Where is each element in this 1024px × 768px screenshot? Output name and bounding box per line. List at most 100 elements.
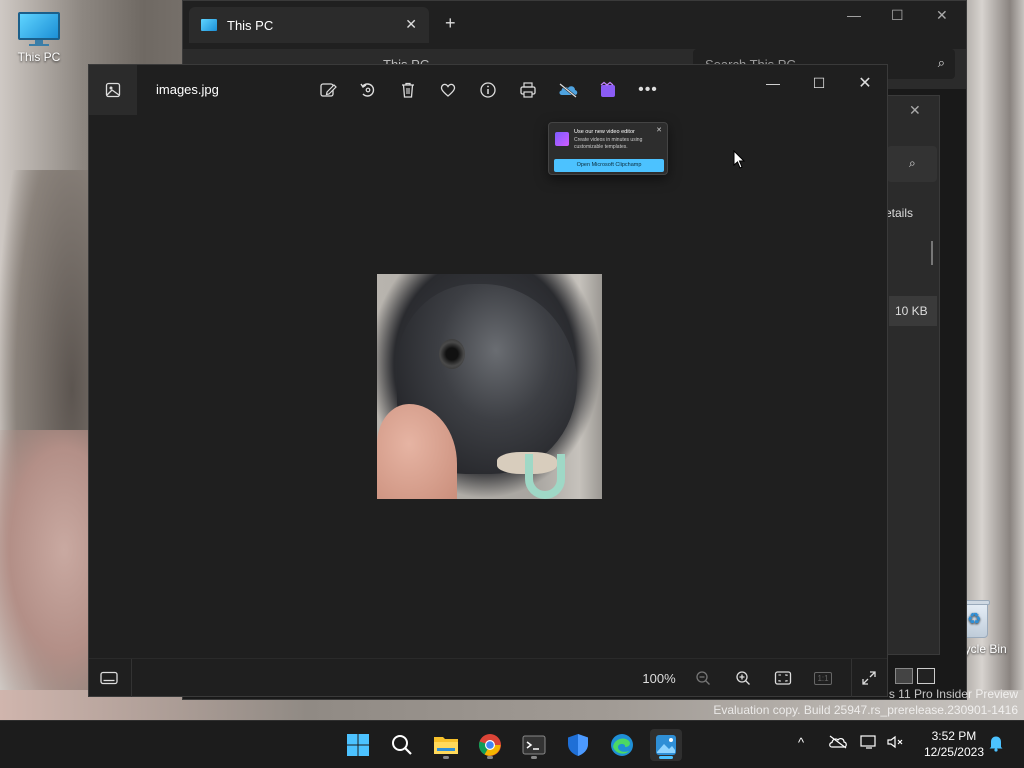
- watermark-line: Evaluation copy. Build 25947.rs_prerelea…: [713, 703, 1018, 717]
- close-button[interactable]: ✕: [853, 73, 877, 93]
- clipchamp-button[interactable]: [597, 79, 619, 101]
- chrome-icon: [478, 734, 501, 756]
- maximize-icon[interactable]: ☐: [891, 7, 904, 24]
- search-button[interactable]: ⌕: [887, 146, 937, 182]
- divider: [131, 659, 132, 697]
- properties-dialog: ✕ ⌕ etails 10 KB: [880, 95, 940, 655]
- maximize-icon: ☐: [812, 74, 826, 91]
- taskbar-chrome[interactable]: [474, 729, 506, 761]
- clipchamp-icon: [555, 132, 569, 146]
- zoom-in-icon: [736, 671, 750, 685]
- rotate-button[interactable]: [357, 79, 379, 101]
- displayed-photo[interactable]: [377, 274, 602, 499]
- clock-date: 12/25/2023: [923, 745, 984, 759]
- open-clipchamp-button[interactable]: Open Microsoft Clipchamp: [554, 159, 664, 172]
- more-icon: •••: [638, 81, 658, 98]
- zoom-out-button[interactable]: [691, 667, 715, 689]
- running-indicator: [659, 756, 673, 759]
- running-indicator: [487, 756, 493, 759]
- explorer-tab[interactable]: This PC ✕: [189, 7, 429, 43]
- system-clock[interactable]: 3:52 PM 12/25/2023: [924, 728, 984, 760]
- display-icon[interactable]: [860, 735, 878, 752]
- edit-icon: [320, 83, 337, 97]
- maximize-button[interactable]: ☐: [807, 73, 831, 93]
- filmstrip-icon: [100, 671, 118, 685]
- show-hidden-icons-icon[interactable]: ^: [798, 735, 804, 750]
- terminal-icon: [522, 735, 546, 755]
- minimize-button[interactable]: —: [761, 73, 785, 93]
- close-icon: ✕: [858, 75, 872, 92]
- file-name: images.jpg: [156, 82, 219, 97]
- scrollbar[interactable]: [931, 241, 933, 265]
- taskbar-windows-security[interactable]: [562, 729, 594, 761]
- monitor-icon: [18, 12, 60, 46]
- photos-icon: [656, 735, 676, 755]
- print-button[interactable]: [517, 79, 539, 101]
- info-icon: [480, 82, 496, 98]
- heart-icon: [440, 83, 456, 97]
- running-indicator: [531, 756, 537, 759]
- os-watermark: s 11 Pro Insider Preview Evaluation copy…: [713, 686, 1018, 718]
- new-tab-button[interactable]: +: [445, 13, 456, 34]
- volume-muted-icon[interactable]: [886, 735, 904, 752]
- mouse-cursor-icon: [733, 149, 747, 175]
- minimize-icon[interactable]: —: [847, 7, 861, 23]
- clipchamp-icon: [600, 81, 615, 97]
- favorite-button[interactable]: [437, 79, 459, 101]
- close-icon[interactable]: ✕: [656, 126, 662, 134]
- folder-icon: [434, 737, 458, 754]
- explorer-tab-title: This PC: [227, 17, 274, 33]
- photo-content: [439, 339, 465, 369]
- onedrive-button[interactable]: [557, 79, 579, 101]
- cloud-off-icon: [559, 83, 578, 98]
- taskbar-photos[interactable]: [650, 729, 682, 761]
- start-button[interactable]: [342, 729, 374, 761]
- file-size: 10 KB: [889, 296, 937, 326]
- photos-app-icon[interactable]: [89, 65, 137, 115]
- tip-title: Use our new video editor: [574, 129, 635, 135]
- actual-size-icon: 1:1: [814, 671, 832, 685]
- running-indicator: [443, 756, 449, 759]
- minimize-icon: —: [766, 75, 780, 91]
- edge-icon: [611, 734, 633, 756]
- onedrive-off-icon[interactable]: [828, 735, 848, 752]
- photos-window: images.jpg ••• — ☐ ✕ Use our new video e…: [88, 64, 888, 697]
- edit-image-button[interactable]: [317, 79, 339, 101]
- close-icon[interactable]: ✕: [909, 102, 921, 119]
- tiles-view-icon[interactable]: [917, 668, 935, 684]
- fit-window-icon: [774, 671, 792, 685]
- windows-icon: [347, 734, 369, 756]
- zoom-out-icon: [696, 671, 710, 685]
- taskbar-terminal[interactable]: [518, 729, 550, 761]
- monitor-icon: [201, 19, 217, 31]
- photo-content: [525, 454, 565, 499]
- zoom-level[interactable]: 100%: [639, 667, 679, 689]
- close-icon[interactable]: ✕: [405, 16, 417, 33]
- photos-titlebar: images.jpg ••• — ☐ ✕: [89, 65, 887, 115]
- notification-bell-icon[interactable]: [988, 734, 1004, 755]
- trash-icon: [402, 82, 414, 98]
- taskbar: ^ 3:52 PM 12/25/2023: [0, 720, 1024, 768]
- search-button[interactable]: [386, 729, 418, 761]
- expand-icon: [862, 671, 876, 685]
- shield-icon: [568, 734, 588, 756]
- printer-icon: [520, 82, 536, 98]
- filmstrip-toggle[interactable]: [97, 667, 121, 689]
- taskbar-edge[interactable]: [606, 729, 638, 761]
- explorer-tab-bar: This PC ✕ + — ☐ ✕: [183, 1, 966, 49]
- rotate-icon: [360, 83, 375, 97]
- details-view-icon[interactable]: [895, 668, 913, 684]
- desktop-icon-label: This PC: [17, 50, 61, 64]
- more-options-button[interactable]: •••: [637, 79, 659, 101]
- file-info-button[interactable]: [477, 79, 499, 101]
- search-icon: [392, 735, 412, 755]
- search-icon: ⌕: [937, 55, 945, 70]
- details-label[interactable]: etails: [885, 206, 913, 220]
- search-icon: ⌕: [909, 156, 916, 170]
- delete-button[interactable]: [397, 79, 419, 101]
- clipchamp-teaching-tip: Use our new video editor Create videos i…: [548, 122, 668, 175]
- tip-body: Create videos in minutes using customiza…: [574, 137, 643, 150]
- desktop-icon-this-pc[interactable]: This PC: [4, 12, 74, 64]
- close-icon[interactable]: ✕: [936, 7, 948, 24]
- taskbar-file-explorer[interactable]: [430, 729, 462, 761]
